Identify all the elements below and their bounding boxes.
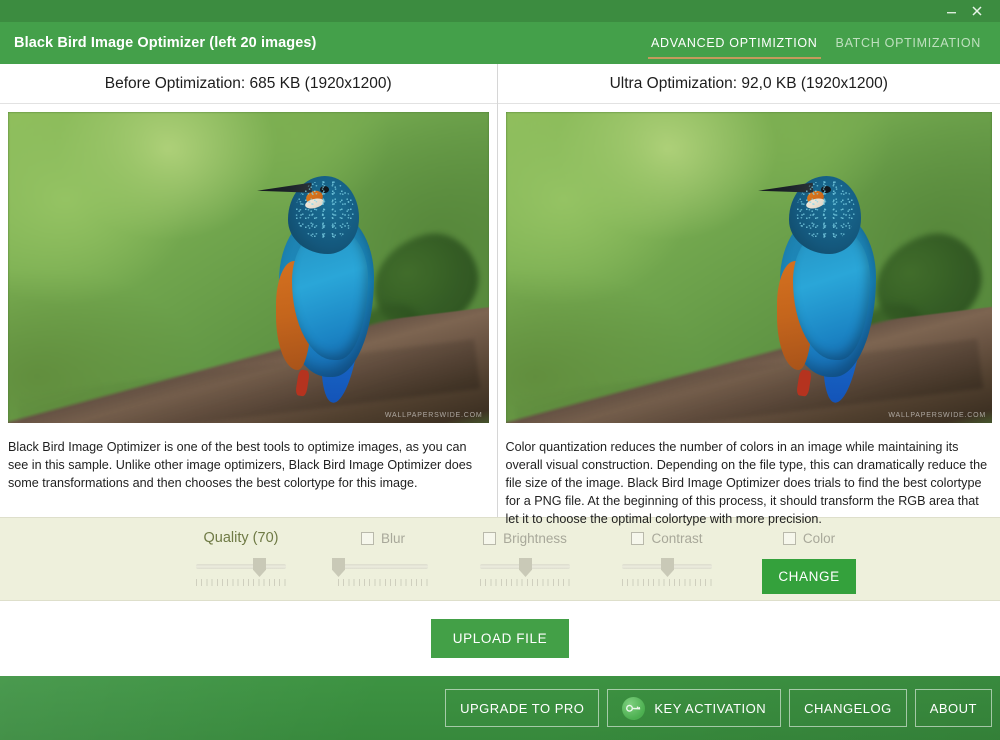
photo-watermark: WALLPAPERSWIDE.COM: [888, 412, 986, 419]
control-brightness: Brightness: [454, 528, 596, 589]
bird-head: [288, 175, 360, 254]
pane-before: Before Optimization: 685 KB (1920x1200): [0, 64, 497, 517]
control-contrast: Contrast: [596, 528, 738, 589]
bird-cheek: [304, 189, 326, 207]
comparison-panes: Before Optimization: 685 KB (1920x1200): [0, 64, 1000, 526]
bird-throat: [303, 197, 325, 211]
slider-thumb[interactable]: [661, 558, 674, 577]
bird-foot: [796, 368, 812, 397]
control-brightness-head: Brightness: [483, 528, 567, 548]
slider-ticks: [622, 579, 712, 586]
control-blur-label: Blur: [380, 530, 405, 546]
pane-before-title: Before Optimization: 685 KB (1920x1200): [0, 64, 497, 104]
bird-eye: [319, 185, 330, 193]
slider-ticks: [480, 579, 570, 586]
controls-panel: Quality (70) Blur Brightness Contrast Co…: [0, 517, 1000, 601]
pane-after-title: Ultra Optimization: 92,0 KB (1920x1200): [497, 64, 1000, 104]
control-color: Color CHANGE: [738, 528, 880, 594]
control-brightness-label: Brightness: [503, 530, 567, 546]
control-blur: Blur: [312, 528, 454, 589]
pane-before-image-wrap: WALLPAPERSWIDE.COM: [0, 104, 497, 431]
tab-advanced-optimization[interactable]: ADVANCED OPTIMIZTION: [642, 22, 827, 64]
brightness-slider[interactable]: [480, 557, 570, 589]
changelog-button[interactable]: CHANGELOG: [789, 689, 907, 727]
bird-beak: [758, 183, 814, 196]
minimize-icon[interactable]: [938, 1, 964, 21]
color-checkbox[interactable]: [782, 531, 796, 545]
key-activation-button[interactable]: KEY ACTIVATION: [607, 689, 782, 727]
footer-bar: UPGRADE TO PRO KEY ACTIVATION CHANGELOG …: [0, 676, 1000, 740]
close-icon[interactable]: [964, 1, 990, 21]
slider-track: [196, 564, 286, 569]
upgrade-to-pro-label: UPGRADE TO PRO: [460, 700, 585, 716]
upload-file-button[interactable]: UPLOAD FILE: [430, 619, 570, 658]
control-contrast-label: Contrast: [651, 530, 703, 546]
bird-figure: [744, 171, 909, 407]
contrast-checkbox[interactable]: [631, 531, 645, 545]
slider-thumb[interactable]: [332, 558, 345, 577]
control-color-label: Color: [802, 530, 836, 546]
slider-thumb[interactable]: [519, 558, 532, 577]
slider-thumb[interactable]: [253, 558, 266, 577]
changelog-label: CHANGELOG: [804, 700, 892, 716]
control-contrast-head: Contrast: [631, 528, 703, 548]
change-button[interactable]: CHANGE: [762, 559, 856, 594]
application-window: Black Bird Image Optimizer (left 20 imag…: [0, 0, 1000, 740]
tab-bar: ADVANCED OPTIMIZTION BATCH OPTIMIZATION: [642, 22, 990, 64]
bird-eye: [821, 185, 831, 193]
kingfisher-photo-optimized[interactable]: WALLPAPERSWIDE.COM: [505, 112, 992, 423]
about-button[interactable]: ABOUT: [914, 689, 992, 727]
title-bar: [0, 0, 1000, 22]
about-label: ABOUT: [929, 700, 977, 716]
pane-before-description: Black Bird Image Optimizer is one of the…: [8, 440, 473, 490]
blur-checkbox[interactable]: [360, 531, 374, 545]
upload-area: UPLOAD FILE: [0, 601, 1000, 676]
pane-after: Ultra Optimization: 92,0 KB (1920x1200): [497, 64, 1000, 526]
pane-after-image-wrap: WALLPAPERSWIDE.COM: [498, 104, 1000, 431]
control-quality-head: Quality (70): [204, 528, 279, 548]
app-header-bar: Black Bird Image Optimizer (left 20 imag…: [0, 22, 1000, 64]
control-quality-label: Quality (70): [203, 530, 279, 546]
bird-cheek: [805, 189, 827, 208]
tab-batch-optimization[interactable]: BATCH OPTIMIZATION: [827, 22, 990, 64]
contrast-slider[interactable]: [622, 557, 712, 589]
bird-figure: [243, 171, 406, 407]
bird-throat: [805, 197, 826, 211]
bird-foot: [295, 368, 311, 397]
brightness-checkbox[interactable]: [483, 531, 497, 545]
kingfisher-photo[interactable]: WALLPAPERSWIDE.COM: [8, 112, 489, 423]
bird-head: [789, 175, 862, 254]
slider-ticks: [338, 579, 428, 586]
control-blur-head: Blur: [360, 528, 405, 548]
slider-track: [338, 564, 428, 569]
key-icon: [622, 696, 646, 720]
control-color-head: Color: [782, 528, 836, 548]
slider-ticks: [196, 579, 286, 586]
photo-watermark: WALLPAPERSWIDE.COM: [384, 412, 483, 419]
bird-beak: [257, 183, 312, 196]
upgrade-to-pro-button[interactable]: UPGRADE TO PRO: [445, 689, 600, 727]
pane-after-description: Color quantization reduces the number of…: [505, 440, 988, 526]
key-activation-label: KEY ACTIVATION: [654, 700, 767, 716]
blur-slider[interactable]: [332, 557, 428, 589]
control-quality: Quality (70): [170, 528, 312, 589]
app-title: Black Bird Image Optimizer (left 20 imag…: [14, 35, 317, 51]
quality-slider[interactable]: [196, 557, 286, 589]
